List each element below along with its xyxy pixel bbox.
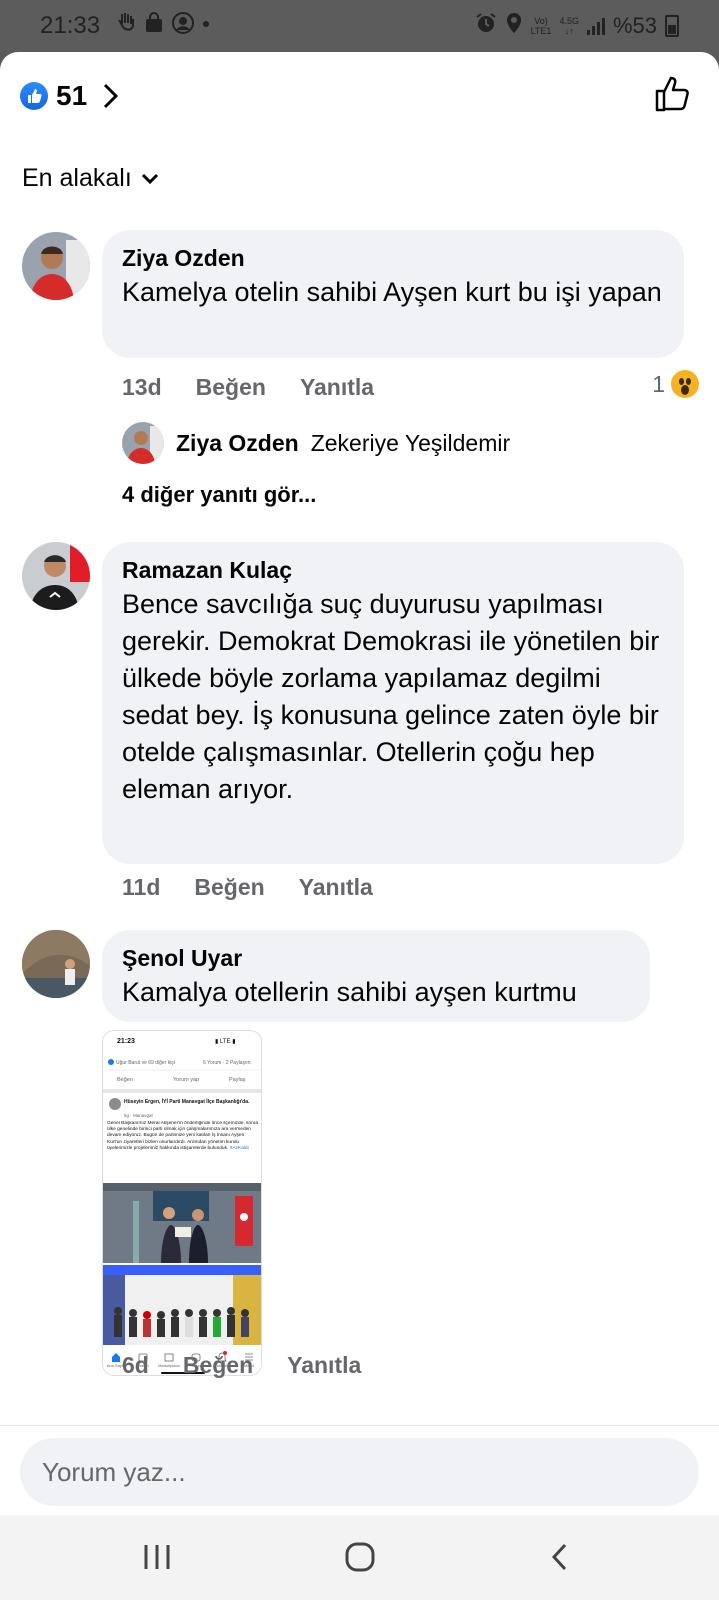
comment-time[interactable]: 6d (122, 1352, 149, 1379)
comment-time[interactable]: 13d (122, 374, 162, 401)
like-post-icon[interactable] (653, 74, 693, 114)
comment-author[interactable]: Ramazan Kulaç (122, 554, 664, 586)
avatar[interactable] (22, 930, 90, 998)
sort-dropdown[interactable]: En alakalı (22, 164, 160, 193)
comments-sheet: 51 En alakalı Ziya Ozden Kamelya otelin … (0, 52, 719, 1515)
reaction-count: 51 (56, 80, 88, 111)
chevron-down-icon (140, 164, 160, 193)
attachment-post-meta: 5g · Manavgat (124, 1113, 154, 1118)
recent-apps-icon[interactable] (137, 1537, 177, 1577)
comment-composer (0, 1425, 719, 1515)
location-icon (505, 12, 523, 40)
comment-author[interactable]: Ziya Ozden (122, 242, 664, 274)
comment-actions: 11d Beğen Yanıtla (122, 874, 373, 901)
hand-icon (116, 12, 136, 40)
comment-time[interactable]: 11d (122, 874, 160, 901)
attachment-likes: Uğur Barut ve 69 diğer kişi (116, 1060, 175, 1066)
signal-icon (586, 17, 605, 35)
volte-indicator: Vo) LTE1 (530, 16, 552, 36)
status-time: 21:33 (40, 12, 101, 39)
avatar-notification-icon (172, 12, 194, 40)
status-bar: 21:33 Vo) LTE1 4.5G ↓↑ %53 (0, 0, 719, 52)
comment-text: Kamalya otellerin sahibi ayşen kurtmu (122, 977, 577, 1007)
comment-bubble[interactable]: Ramazan Kulaç Bence savcılığa suç duyuru… (102, 542, 684, 864)
comment-actions: 6d Beğen Yanıtla (122, 1352, 361, 1379)
attached-image[interactable]: 21:23 ▮ LTE ▮ Uğur Barut ve 69 diğer kiş… (102, 1030, 262, 1376)
comment-reactions[interactable]: 1 (652, 370, 699, 398)
avatar[interactable] (22, 542, 90, 610)
comment-input[interactable] (20, 1438, 699, 1506)
chevron-right-icon[interactable] (95, 81, 125, 111)
reply-button[interactable]: Yanıtla (300, 374, 374, 401)
reply-button[interactable]: Yanıtla (287, 1352, 361, 1379)
reply-button[interactable]: Yanıtla (299, 874, 373, 901)
attachment-time: 21:23 (117, 1038, 135, 1045)
attachment-comment-action: Yorum yap (173, 1077, 199, 1083)
battery-icon (665, 15, 679, 37)
reply-author: Ziya Ozden (176, 429, 299, 456)
comment-bubble[interactable]: Ziya Ozden Kamelya otelin sahibi Ayşen k… (102, 230, 684, 358)
view-more-replies[interactable]: 4 diğer yanıtı gör... (122, 482, 316, 508)
reply-text: Zekeriye Yeşildemir (310, 429, 511, 456)
like-button[interactable]: Beğen (183, 1352, 253, 1379)
like-reaction-icon (20, 82, 48, 110)
reactions-summary[interactable]: 51 (20, 80, 125, 112)
comment-author[interactable]: Şenol Uyar (122, 942, 630, 974)
like-button[interactable]: Beğen (196, 374, 266, 401)
attachment-like-action: Beğen (117, 1077, 133, 1083)
dot-icon (202, 12, 210, 40)
comment-text: Bence savcılığa suç duyurusu yapılması g… (122, 589, 660, 804)
bag-icon (144, 12, 164, 40)
network-type: 4.5G ↓↑ (559, 16, 579, 36)
svg-text:▮ LTE ▮: ▮ LTE ▮ (215, 1039, 236, 1045)
system-nav-bar (0, 1515, 719, 1600)
wow-reaction-icon (671, 370, 699, 398)
comment-text: Kamelya otelin sahibi Ayşen kurt bu işi … (122, 277, 662, 307)
sort-label: En alakalı (22, 164, 132, 192)
like-button[interactable]: Beğen (194, 874, 264, 901)
comment-reaction-count: 1 (652, 370, 665, 397)
home-icon[interactable] (340, 1537, 380, 1577)
attachment-share-action: Paylaş (229, 1077, 246, 1083)
alarm-icon (475, 12, 497, 40)
reply-preview[interactable]: Ziya Ozden Zekeriye Yeşildemir (122, 422, 510, 464)
avatar[interactable] (22, 232, 90, 300)
avatar (122, 422, 164, 464)
attachment-stats: 6 Yorum · 2 Paylaşım (203, 1060, 251, 1066)
back-icon[interactable] (540, 1537, 580, 1577)
attachment-hashtag: #AzKaldı (229, 1145, 249, 1151)
battery-text: %53 (612, 13, 657, 38)
comment-actions: 13d Beğen Yanıtla (122, 374, 374, 401)
attachment-post-author: Hüseyin Ergen, İYİ Parti Manavgat İlçe B… (124, 1098, 250, 1105)
comment-bubble[interactable]: Şenol Uyar Kamalya otellerin sahibi ayşe… (102, 930, 650, 1022)
